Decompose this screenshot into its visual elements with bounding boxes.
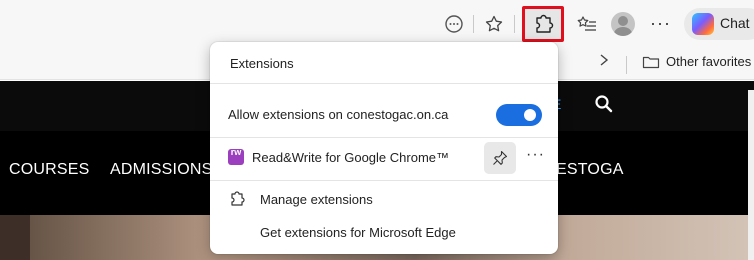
profile-avatar[interactable] <box>611 12 635 36</box>
settings-more-button[interactable]: ··· <box>650 13 671 34</box>
pin-icon <box>493 150 508 165</box>
toolbar-divider <box>514 15 515 33</box>
allow-extensions-toggle[interactable] <box>496 104 542 126</box>
popup-title: Extensions <box>230 56 294 71</box>
chevron-right-icon[interactable] <box>598 53 610 72</box>
puzzle-icon <box>231 191 245 206</box>
manage-extensions-item[interactable]: Manage extensions <box>228 190 373 208</box>
extension-item-read-write[interactable]: rw Read&Write for Google Chrome™ <box>228 147 450 165</box>
manage-extensions-label: Manage extensions <box>260 191 373 207</box>
extension-more-options-button[interactable]: ··· <box>526 146 545 164</box>
nav-courses[interactable]: COURSES <box>9 161 90 179</box>
copilot-chat-button[interactable]: Chat <box>684 8 754 40</box>
nav-conestoga[interactable]: ESTOGA <box>556 161 624 179</box>
star-outline-icon[interactable] <box>479 9 509 39</box>
popup-divider <box>210 83 558 84</box>
favorites-divider <box>626 56 627 74</box>
reading-view-icon[interactable] <box>439 9 469 39</box>
nav-admissions[interactable]: ADMISSIONS <box>110 161 212 179</box>
extension-name: Read&Write for Google Chrome™ <box>252 149 450 165</box>
page-scrollbar[interactable] <box>748 90 754 260</box>
pin-extension-button[interactable] <box>484 142 516 174</box>
other-favorites-folder[interactable]: Other favorites <box>642 54 751 69</box>
other-favorites-label: Other favorites <box>666 54 752 69</box>
chat-label: Chat <box>720 15 750 31</box>
toggle-knob <box>524 109 536 121</box>
favorites-list-icon[interactable] <box>572 9 602 39</box>
allow-extensions-label: Allow extensions on conestogac.on.ca <box>228 107 449 122</box>
read-write-icon: rw <box>228 147 244 165</box>
toolbar-divider <box>473 15 474 33</box>
search-icon[interactable] <box>592 92 616 121</box>
extensions-popup: Extensions Allow extensions on conestoga… <box>210 42 558 254</box>
popup-divider <box>210 137 558 138</box>
extensions-button[interactable] <box>522 6 564 42</box>
get-extensions-item[interactable]: Get extensions for Microsoft Edge <box>260 225 456 240</box>
folder-icon <box>642 56 660 68</box>
puzzle-icon <box>536 14 554 33</box>
hero-image-edge <box>0 215 30 260</box>
copilot-icon <box>692 13 714 35</box>
browser-toolbar: ··· Chat <box>0 0 754 48</box>
popup-divider <box>210 180 558 181</box>
